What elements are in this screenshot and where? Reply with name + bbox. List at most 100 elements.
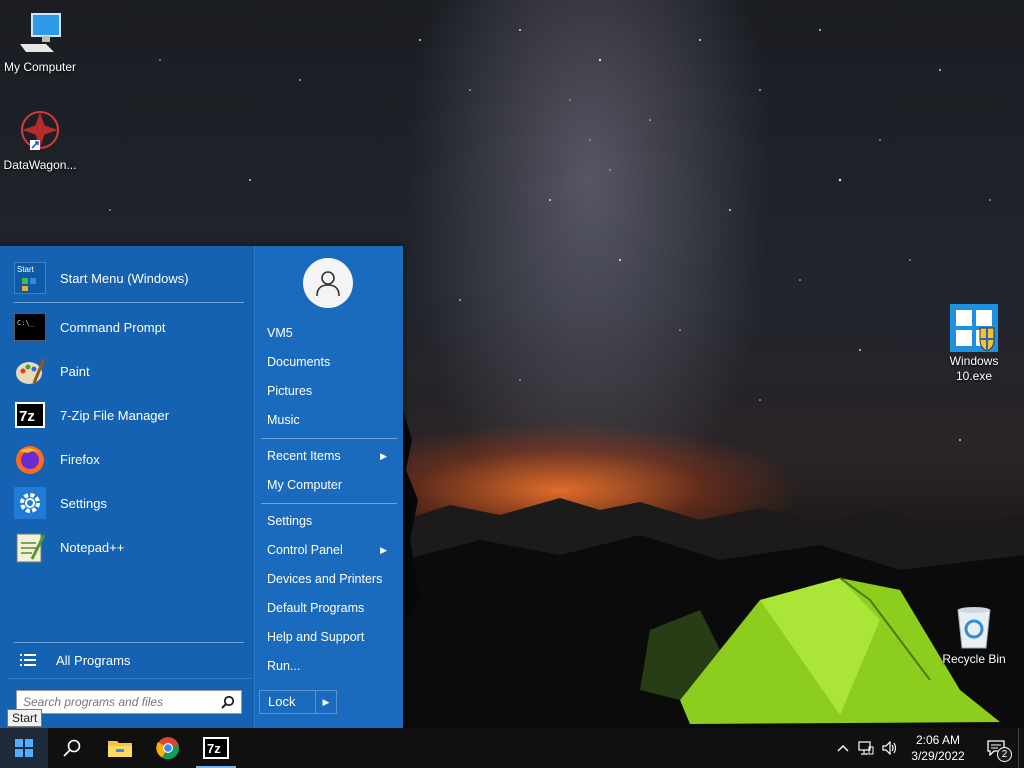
start-tooltip: Start (7, 709, 43, 727)
start-menu-programs-pane: Start Start Menu (Windows) C:\_ Command … (0, 246, 254, 728)
places-run[interactable]: Run... (267, 655, 397, 677)
places-my-computer[interactable]: My Computer (267, 474, 397, 496)
chevron-right-icon: ▶ (380, 451, 387, 461)
desktop-icon-label: DataWagon... (3, 158, 77, 172)
pinned-firefox[interactable]: Firefox (14, 439, 244, 479)
datawagon-icon (21, 111, 59, 150)
places-label: Documents (267, 355, 331, 369)
places-label: Pictures (267, 384, 313, 398)
desktop-icon-label: Recycle Bin (942, 652, 1006, 666)
start-menu-places-pane: VM5 Documents Pictures Music Recent Item… (254, 246, 403, 728)
desktop-icon-label: My Computer (3, 60, 77, 74)
places-label: Help and Support (267, 630, 365, 644)
clock-time: 2:06 AM (915, 733, 961, 747)
tray-overflow-button[interactable] (832, 728, 854, 768)
start-menu-settings-item[interactable]: Start Start Menu (Windows) (14, 258, 244, 298)
places-devices-printers[interactable]: Devices and Printers (267, 568, 397, 590)
taskbar: 7z 2:06 AM 3/29/2022 2 (0, 728, 1024, 768)
places-label: My Computer (267, 478, 343, 492)
svg-text:7z: 7z (207, 741, 221, 756)
pinned-paint[interactable]: Paint (14, 351, 244, 391)
places-label: Run... (267, 659, 301, 673)
start-menu-title-label: Start Menu (Windows) (60, 270, 189, 286)
places-label: Devices and Printers (267, 572, 383, 586)
speaker-icon (882, 741, 897, 755)
places-user[interactable]: VM5 (267, 322, 397, 344)
places-help-support[interactable]: Help and Support (267, 626, 397, 648)
7zip-icon: 7z (203, 737, 229, 759)
search-input[interactable] (23, 695, 221, 709)
pinned-label: Notepad++ (60, 539, 125, 555)
start-menu: Start Start Menu (Windows) C:\_ Command … (0, 246, 403, 728)
taskbar-search-button[interactable] (48, 728, 96, 768)
tray-network[interactable] (854, 728, 878, 768)
places-settings[interactable]: Settings (267, 510, 397, 532)
paint-icon (14, 355, 46, 387)
computer-icon (20, 13, 61, 52)
taskbar-7zip[interactable]: 7z (192, 728, 240, 768)
notepadpp-icon (14, 531, 46, 563)
taskbar-chrome[interactable] (144, 728, 192, 768)
svg-text:C:\_: C:\_ (17, 319, 35, 327)
svg-text:Start: Start (17, 265, 35, 274)
pinned-7zip[interactable]: 7z 7-Zip File Manager (14, 395, 244, 435)
search-icon[interactable] (221, 695, 235, 709)
pinned-command-prompt[interactable]: C:\_ Command Prompt (14, 307, 244, 347)
list-icon (14, 644, 42, 676)
desktop-icon-datawagon[interactable]: DataWagon... (0, 108, 80, 173)
tray-volume[interactable] (878, 728, 902, 768)
start-button[interactable] (0, 728, 48, 768)
firefox-icon (14, 443, 46, 475)
places-label: Music (267, 413, 300, 427)
network-icon (858, 741, 874, 755)
pinned-label: Command Prompt (60, 319, 166, 335)
show-desktop-button[interactable] (1018, 728, 1024, 768)
command-prompt-icon: C:\_ (14, 311, 46, 343)
action-center-button[interactable]: 2 (974, 728, 1018, 768)
notification-badge: 2 (997, 747, 1012, 762)
divider (261, 503, 397, 504)
places-documents[interactable]: Documents (267, 351, 397, 373)
user-avatar[interactable] (303, 258, 353, 308)
windows-logo-icon (15, 739, 33, 757)
places-label: Control Panel (267, 543, 343, 557)
desktop-icon-windows10exe[interactable]: Windows 10.exe (934, 304, 1014, 384)
chevron-up-icon (837, 745, 849, 752)
recycle-bin-icon (957, 607, 991, 649)
folder-icon (108, 741, 132, 757)
all-programs-label: All Programs (56, 652, 131, 668)
places-label: Settings (267, 514, 313, 528)
desktop-icon-my-computer[interactable]: My Computer (0, 10, 80, 75)
pinned-label: Paint (60, 363, 90, 379)
pinned-notepadpp[interactable]: Notepad++ (14, 527, 244, 567)
places-default-programs[interactable]: Default Programs (267, 597, 397, 619)
all-programs-item[interactable]: All Programs (14, 640, 244, 680)
divider (261, 438, 397, 439)
places-pictures[interactable]: Pictures (267, 380, 397, 402)
search-box[interactable] (16, 690, 242, 714)
chevron-right-icon[interactable]: ▶ (316, 691, 336, 713)
pinned-label: Firefox (60, 451, 100, 467)
desktop-icon-label: Windows 10.exe (949, 354, 999, 383)
pinned-label: Settings (60, 495, 107, 511)
gear-icon (14, 487, 46, 519)
system-tray: 2:06 AM 3/29/2022 2 (832, 728, 1024, 768)
places-recent-items[interactable]: Recent Items ▶ (267, 445, 397, 467)
user-icon (316, 271, 340, 297)
taskbar-clock[interactable]: 2:06 AM 3/29/2022 (902, 732, 974, 764)
windows-installer-icon (950, 304, 998, 352)
places-control-panel[interactable]: Control Panel ▶ (267, 539, 397, 561)
taskbar-file-explorer[interactable] (96, 728, 144, 768)
pinned-label: 7-Zip File Manager (60, 407, 170, 423)
chrome-icon (156, 737, 180, 760)
pinned-settings[interactable]: Settings (14, 483, 244, 523)
desktop-icon-recycle-bin[interactable]: Recycle Bin (934, 602, 1014, 667)
clock-date: 3/29/2022 (911, 749, 965, 763)
places-music[interactable]: Music (267, 409, 397, 431)
7zip-icon: 7z (14, 399, 46, 431)
places-label: Default Programs (267, 601, 365, 615)
places-label: Recent Items (267, 449, 341, 463)
places-label: VM5 (267, 326, 293, 340)
start-menu-app-icon: Start (14, 262, 46, 294)
lock-button[interactable]: Lock (260, 691, 316, 713)
